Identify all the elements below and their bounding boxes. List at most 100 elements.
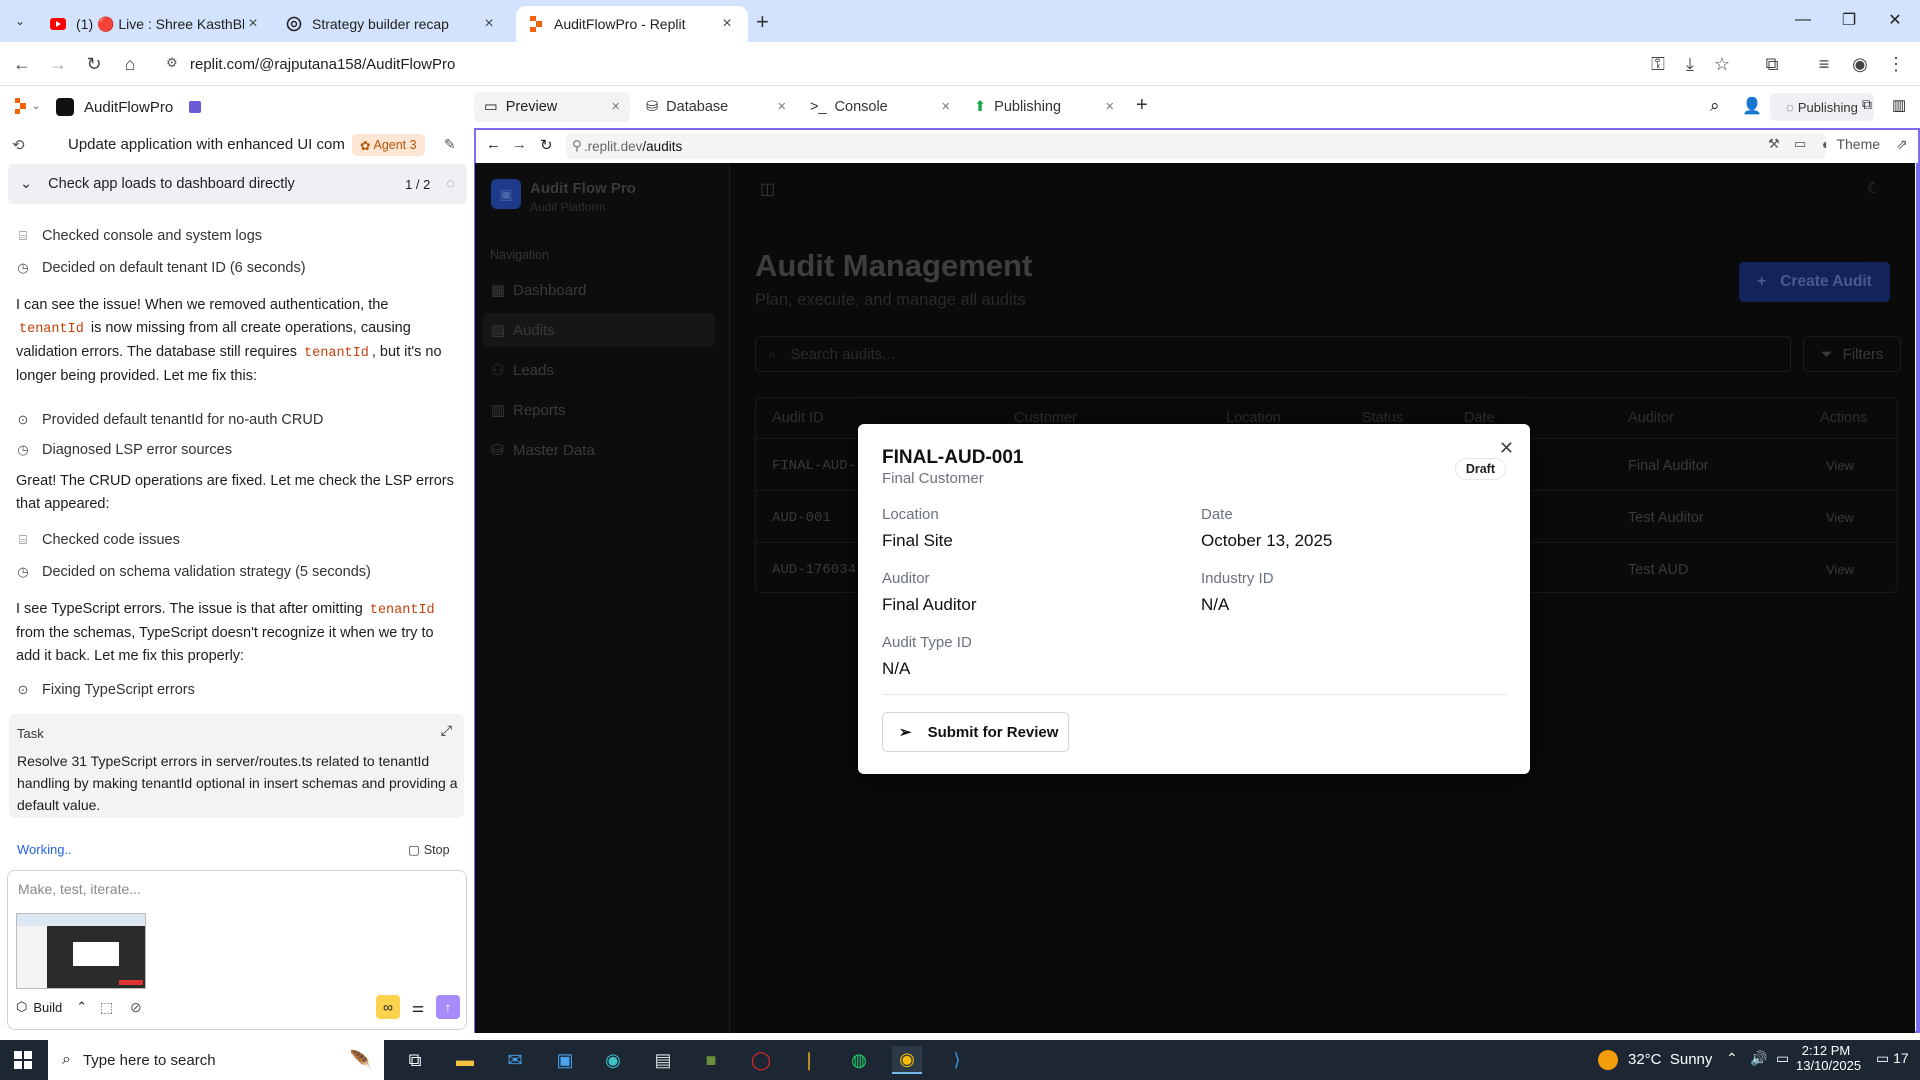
submit-for-review-button[interactable]: ➢ Submit for Review [882, 712, 1069, 752]
step-item[interactable]: ◷ Decided on default tenant ID (6 seconds… [14, 260, 305, 276]
install-app-icon[interactable]: ⤓ [1676, 50, 1704, 78]
windows-start-icon[interactable] [8, 1046, 38, 1074]
layout-icon[interactable]: ▥ [1892, 96, 1906, 114]
media-control-icon[interactable]: ≡ [1810, 50, 1838, 78]
view-button[interactable]: View [1826, 458, 1854, 473]
minecraft-icon[interactable]: ■ [696, 1046, 726, 1074]
tab-database[interactable]: ⛁ Database × [640, 92, 792, 122]
step-item[interactable]: ◷ Diagnosed LSP error sources [14, 442, 232, 458]
open-external-icon[interactable]: ⇗ [1896, 136, 1908, 153]
preview-reload-icon[interactable]: ↻ [540, 136, 553, 154]
close-icon[interactable]: × [1106, 99, 1114, 115]
back-button[interactable]: ← [8, 50, 36, 78]
password-key-icon[interactable]: ⚿ [1644, 50, 1672, 78]
tab-search-icon[interactable]: ⌄ [8, 9, 32, 33]
app-feather-icon[interactable]: ❘ [794, 1046, 824, 1074]
reload-button[interactable]: ↻ [80, 50, 108, 78]
settings-sliders-icon[interactable]: ⚌ [406, 995, 430, 1019]
step-item[interactable]: ◷ Decided on schema validation strategy (… [14, 564, 371, 580]
close-icon[interactable]: × [244, 15, 262, 33]
notification-center[interactable]: ▭ 17 [1876, 1050, 1909, 1067]
invite-user-icon[interactable]: 👤 [1742, 96, 1762, 116]
close-icon[interactable]: × [480, 15, 498, 33]
tray-chevron-icon[interactable]: ⌃ [1726, 1050, 1738, 1067]
thread-title[interactable]: Update application with enhanced UI com.… [68, 136, 344, 153]
step-item[interactable]: ⌸ Checked code issues [14, 532, 180, 548]
devices-icon[interactable]: ▭ [1794, 136, 1806, 152]
extensions-icon[interactable]: ⧉ [1758, 50, 1786, 78]
close-icon[interactable]: × [778, 99, 786, 115]
whatsapp-icon[interactable]: ◍ [844, 1046, 874, 1074]
network-icon[interactable]: ▭ [1776, 1050, 1789, 1067]
attach-paperclip-icon[interactable]: ⊘ [130, 999, 142, 1016]
agent-badge[interactable]: ✿ Agent 3 [352, 134, 425, 156]
step-item[interactable]: ⊙ Provided default tenantId for no-auth C… [14, 412, 324, 428]
replit-menu[interactable]: ⌄ [14, 98, 40, 114]
search-icon[interactable]: ⌕ [1710, 96, 1720, 116]
address-bar[interactable]: ⚙ replit.com/@rajputana158/AuditFlowPro [160, 49, 1660, 79]
add-tab-button[interactable]: + [1136, 94, 1148, 117]
step-item[interactable]: ⌸ Checked console and system logs [14, 228, 262, 244]
browser-tab-replit[interactable]: AuditFlowPro - Replit × [516, 6, 748, 42]
restore-button[interactable]: ❐ [1826, 0, 1872, 40]
browser-tab-youtube[interactable]: (1) 🔴 Live : Shree KasthBhanja × [38, 6, 274, 42]
infinite-mode-icon[interactable]: ∞ [376, 995, 400, 1019]
window-toggle-icon[interactable]: ⧉ [1862, 96, 1872, 113]
chat-input-box[interactable]: Make, test, iterate... ⬡ Build ⌃ ⬚ ⊘ ∞ ⚌ ↑ [7, 870, 467, 1030]
opera-icon[interactable]: ◯ [746, 1046, 776, 1074]
task-view-icon[interactable]: ⧉ [400, 1046, 430, 1074]
close-icon[interactable]: × [718, 15, 736, 33]
profile-icon[interactable]: ◉ [1846, 50, 1874, 78]
tab-console[interactable]: >_ Console × [804, 92, 956, 122]
weather-text[interactable]: 32°C Sunny [1628, 1051, 1712, 1068]
vscode-icon[interactable]: ⟩ [942, 1046, 972, 1074]
new-tab-button[interactable]: + [756, 9, 769, 35]
minimize-button[interactable]: — [1780, 0, 1826, 40]
weather-sun-icon[interactable] [1598, 1050, 1618, 1070]
edge-icon[interactable]: ◉ [598, 1046, 628, 1074]
build-mode-selector[interactable]: ⬡ Build ⌃ [16, 999, 87, 1015]
nav-audits[interactable]: ▤ Audits [483, 313, 715, 347]
nav-master-data[interactable]: ⛁ Master Data [483, 433, 715, 467]
theme-toggle[interactable]: ◐ Theme [1822, 136, 1880, 152]
preview-back-icon[interactable]: ← [486, 136, 501, 153]
nav-leads[interactable]: ⚇ Leads [483, 353, 715, 387]
close-icon[interactable]: × [612, 99, 620, 115]
new-chat-icon[interactable]: ✎ [444, 136, 456, 153]
checkpoint-bar[interactable]: ⌄ Check app loads to dashboard directly … [8, 164, 467, 204]
volume-icon[interactable]: 🔊 [1750, 1050, 1767, 1067]
clock[interactable]: 2:12 PM 13/10/2025 [1796, 1043, 1861, 1073]
menu-kebab-icon[interactable]: ⋮ [1882, 50, 1910, 78]
search-audits-input[interactable]: ⌕ Search audits... [755, 336, 1791, 372]
step-item[interactable]: ⊙ Fixing TypeScript errors [14, 682, 195, 698]
filters-button[interactable]: ⏷ Filters [1803, 336, 1901, 372]
browser-tab-strategy[interactable]: Strategy builder recap × [274, 6, 510, 42]
sidebar-toggle-icon[interactable]: ◫ [760, 179, 775, 199]
devtools-wrench-icon[interactable]: ⚒ [1768, 136, 1780, 152]
taskbar-search-box[interactable]: ⌕ Type here to search 🪶 [48, 1040, 384, 1080]
task-card[interactable]: Task ⤢ Resolve 31 TypeScript errors in s… [9, 714, 464, 818]
home-button[interactable]: ⌂ [116, 50, 144, 78]
stop-button[interactable]: ▢ Stop [408, 842, 450, 858]
close-icon[interactable]: ✕ [1499, 438, 1514, 459]
chrome-icon[interactable]: ◉ [892, 1046, 922, 1074]
file-explorer-icon[interactable]: ▬ [450, 1046, 480, 1074]
chat-input-placeholder[interactable]: Make, test, iterate... [18, 881, 141, 897]
notepad-icon[interactable]: ▤ [648, 1046, 678, 1074]
publishing-button[interactable]: ◌ Publishing [1770, 93, 1874, 121]
chevron-down-icon[interactable]: ⌄ [20, 176, 32, 192]
nav-dashboard[interactable]: ▦ Dashboard [483, 273, 715, 307]
forward-button[interactable]: → [44, 50, 72, 78]
attached-screenshot-thumbnail[interactable] [16, 913, 146, 989]
view-button[interactable]: View [1826, 510, 1854, 525]
send-arrow-icon[interactable]: ↑ [436, 995, 460, 1019]
view-button[interactable]: View [1826, 562, 1854, 577]
preview-forward-icon[interactable]: → [512, 136, 527, 153]
store-icon[interactable]: ▣ [550, 1046, 580, 1074]
mail-icon[interactable]: ✉ [500, 1046, 530, 1074]
bookmark-star-icon[interactable]: ☆ [1708, 50, 1736, 78]
close-window-button[interactable]: ✕ [1872, 0, 1918, 40]
select-element-icon[interactable]: ⬚ [100, 999, 113, 1016]
nav-reports[interactable]: ▥ Reports [483, 393, 715, 427]
expand-icon[interactable]: ⤢ [441, 722, 452, 739]
